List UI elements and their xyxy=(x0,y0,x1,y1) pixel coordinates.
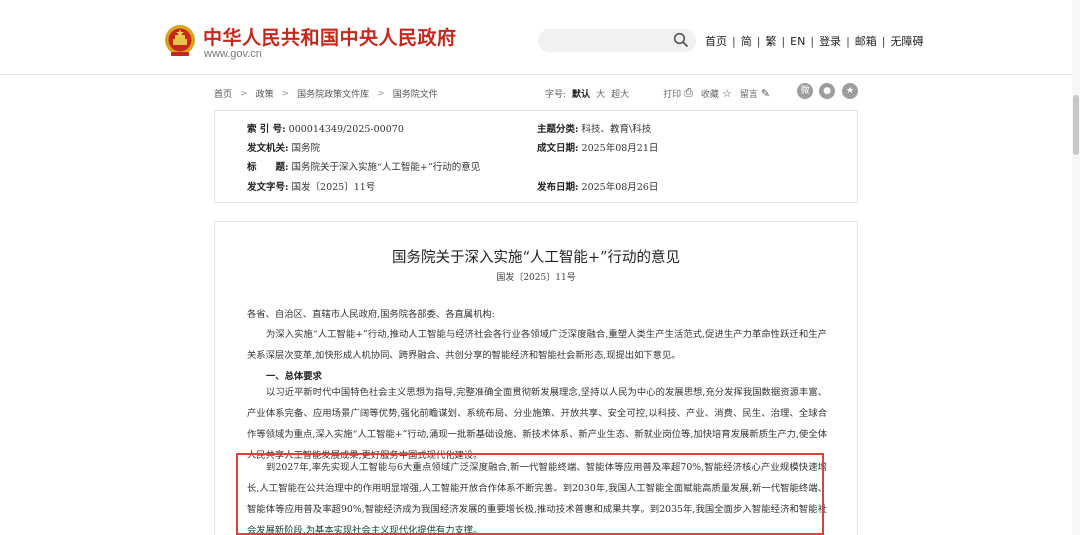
article-title: 国务院关于深入实施“人工智能+”行动的意见 xyxy=(392,250,680,266)
nav-separator: | xyxy=(781,34,786,48)
meta-value: 国发〔2025〕11号 xyxy=(291,182,376,193)
font-size-label: 字号: xyxy=(545,89,567,100)
favorite-star-icon[interactable]: ★ xyxy=(842,83,858,99)
meta-label: 主题分类: xyxy=(537,124,579,135)
chevron-right-icon: > xyxy=(377,88,385,99)
nav-login[interactable]: 登录 xyxy=(819,33,841,49)
article-tools: 字号: 默认 大 超大 打印 ⎙ 收藏 ☆ 留言 ✎ xyxy=(545,86,770,100)
meta-title: 标 题: 国务院关于深入实施“人工智能+”行动的意见 xyxy=(247,159,480,173)
meta-label: 发布日期: xyxy=(537,182,579,193)
printer-icon[interactable]: ⎙ xyxy=(684,86,693,100)
nav-separator: | xyxy=(846,34,850,48)
nav-mail[interactable]: 邮箱 xyxy=(855,33,877,49)
meta-label: 成文日期: xyxy=(537,143,579,154)
meta-value: 国务院 xyxy=(291,143,321,154)
article-intro-paragraph: 为深入实施“人工智能+”行动,推动人工智能与经济社会各行业各领域广泛深度融合,重… xyxy=(247,329,827,361)
article-salutation: 各省、自治区、直辖市人民政府,国务院各部委、各直属机构: xyxy=(247,309,495,320)
nav-separator: | xyxy=(732,34,736,48)
chevron-right-icon: > xyxy=(281,88,290,99)
site-url: www.gov.cn xyxy=(204,48,262,60)
meta-value: 国务院关于深入实施“人工智能+”行动的意见 xyxy=(291,162,481,173)
breadcrumb-policy-library[interactable]: 国务院政策文件库 xyxy=(297,87,369,100)
meta-value: 2025年08月26日 xyxy=(581,182,659,193)
site-header: 中华人民共和国中央人民政府 www.gov.cn 首页 | 简 | 繁 | EN… xyxy=(0,0,1080,75)
top-nav: 首页 | 简 | 繁 | EN | 登录 | 邮箱 | 无障碍 xyxy=(705,33,924,49)
meta-topic: 主题分类: 科技、教育\科技 xyxy=(537,121,651,135)
nav-home[interactable]: 首页 xyxy=(705,33,727,49)
meta-label: 发文字号: xyxy=(247,182,289,193)
font-size-default[interactable]: 默认 xyxy=(572,87,590,100)
star-outline-icon[interactable]: ☆ xyxy=(722,87,732,100)
comment-button[interactable]: 留言 xyxy=(740,87,758,100)
wechat-icon[interactable]: ● xyxy=(819,83,835,99)
meta-publish-date: 发布日期: 2025年08月26日 xyxy=(537,179,658,193)
weibo-icon[interactable]: 微 xyxy=(797,83,813,99)
chevron-right-icon: > xyxy=(240,88,248,99)
favorite-button[interactable]: 收藏 xyxy=(701,87,719,100)
meta-label: 发文机关: xyxy=(247,143,289,154)
scrollbar-thumb[interactable] xyxy=(1073,95,1079,155)
meta-index-no: 索 引 号: 000014349/2025-00070 xyxy=(247,121,404,135)
nav-accessibility[interactable]: 无障碍 xyxy=(891,33,924,49)
breadcrumb-state-council-docs[interactable]: 国务院文件 xyxy=(393,87,438,100)
print-button[interactable]: 打印 xyxy=(663,87,681,100)
page-scrollbar[interactable] xyxy=(1072,0,1080,535)
meta-label: 标 题: xyxy=(247,162,289,173)
nav-simplified[interactable]: 简 xyxy=(741,33,752,49)
font-size-xlarge[interactable]: 超大 xyxy=(611,87,629,100)
breadcrumb-policy[interactable]: 政策 xyxy=(256,87,274,100)
meta-value: 科技、教育\科技 xyxy=(581,124,652,135)
pencil-icon[interactable]: ✎ xyxy=(761,87,770,100)
meta-doc-no: 发文字号: 国发〔2025〕11号 xyxy=(247,179,375,193)
search-icon[interactable] xyxy=(673,32,689,48)
meta-label: 索 引 号: xyxy=(247,124,286,135)
highlight-annotation-box xyxy=(236,453,824,535)
nav-separator: | xyxy=(756,34,761,48)
meta-value: 000014349/2025-00070 xyxy=(288,124,404,135)
nav-traditional[interactable]: 繁 xyxy=(765,33,776,49)
nav-separator: | xyxy=(810,34,815,48)
section-heading: 一、总体要求 xyxy=(266,371,322,382)
nav-english[interactable]: EN xyxy=(790,35,805,48)
meta-issuer: 发文机关: 国务院 xyxy=(247,140,320,154)
site-title[interactable]: 中华人民共和国中央人民政府 xyxy=(203,23,457,50)
nav-separator: | xyxy=(881,34,886,48)
breadcrumb: 首页 > 政策 > 国务院政策文件库 > 国务院文件 xyxy=(214,87,438,101)
article-doc-no: 国发〔2025〕11号 xyxy=(496,273,576,283)
meta-written-date: 成文日期: 2025年08月21日 xyxy=(537,140,658,154)
font-size-large[interactable]: 大 xyxy=(596,87,605,100)
breadcrumb-home[interactable]: 首页 xyxy=(214,87,232,100)
national-emblem-icon[interactable] xyxy=(164,24,196,58)
meta-value: 2025年08月21日 xyxy=(581,143,659,154)
